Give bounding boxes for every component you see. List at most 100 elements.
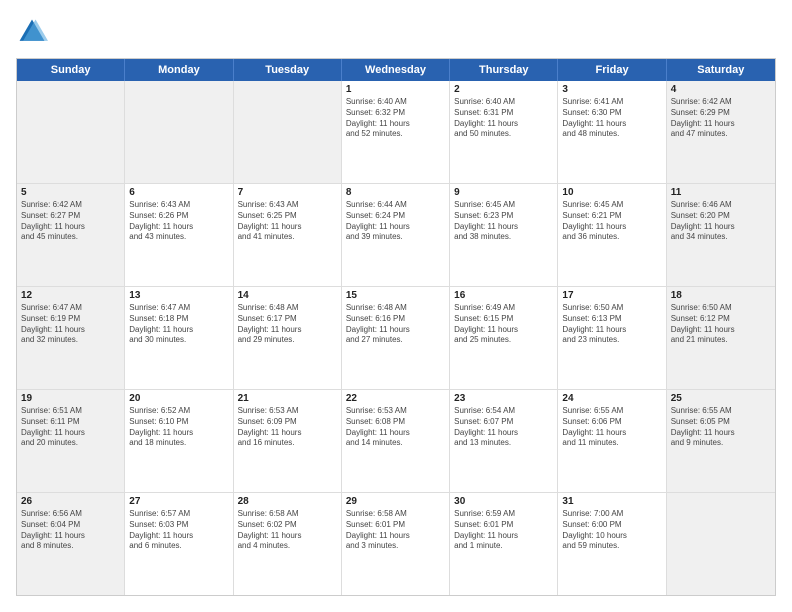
calendar-cell: 5 Sunrise: 6:42 AM Sunset: 6:27 PM Daylig…: [17, 184, 125, 286]
calendar-cell: 21 Sunrise: 6:53 AM Sunset: 6:09 PM Dayli…: [234, 390, 342, 492]
day-number: 21: [238, 393, 337, 404]
logo-icon: [16, 16, 48, 48]
calendar-cell: 23 Sunrise: 6:54 AM Sunset: 6:07 PM Dayli…: [450, 390, 558, 492]
day-number: 28: [238, 496, 337, 507]
logo: [16, 16, 52, 48]
calendar-cell: 6Sunrise: 6:43 AM Sunset: 6:26 PM Daylig…: [125, 184, 233, 286]
day-number: 15: [346, 290, 445, 301]
calendar-row: 19 Sunrise: 6:51 AM Sunset: 6:11 PM Dayli…: [17, 390, 775, 493]
day-number: 5: [21, 187, 120, 198]
calendar-cell: 18 Sunrise: 6:50 AM Sunset: 6:12 PM Dayli…: [667, 287, 775, 389]
calendar-cell: 8Sunrise: 6:44 AM Sunset: 6:24 PM Daylig…: [342, 184, 450, 286]
cell-info: Sunrise: 6:42 AM Sunset: 6:29 PM Dayligh…: [671, 97, 771, 140]
cell-info: Sunrise: 6:48 AM Sunset: 6:16 PM Dayligh…: [346, 303, 445, 346]
cell-info: Sunrise: 6:55 AM Sunset: 6:06 PM Dayligh…: [562, 406, 661, 449]
cell-info: Sunrise: 6:58 AM Sunset: 6:02 PM Dayligh…: [238, 509, 337, 552]
calendar-cell: 7 Sunrise: 6:43 AM Sunset: 6:25 PM Daylig…: [234, 184, 342, 286]
cell-info: Sunrise: 6:40 AM Sunset: 6:31 PM Dayligh…: [454, 97, 553, 140]
cell-info: Sunrise: 6:55 AM Sunset: 6:05 PM Dayligh…: [671, 406, 771, 449]
calendar-cell: 10Sunrise: 6:45 AM Sunset: 6:21 PM Dayli…: [558, 184, 666, 286]
header: [16, 16, 776, 48]
calendar-row: 5 Sunrise: 6:42 AM Sunset: 6:27 PM Daylig…: [17, 184, 775, 287]
day-number: 16: [454, 290, 553, 301]
calendar-cell: 13 Sunrise: 6:47 AM Sunset: 6:18 PM Dayli…: [125, 287, 233, 389]
day-number: 20: [129, 393, 228, 404]
page: SundayMondayTuesdayWednesdayThursdayFrid…: [0, 0, 792, 612]
calendar-cell: 12 Sunrise: 6:47 AM Sunset: 6:19 PM Dayli…: [17, 287, 125, 389]
calendar-cell: 9Sunrise: 6:45 AM Sunset: 6:23 PM Daylig…: [450, 184, 558, 286]
day-number: 19: [21, 393, 120, 404]
cell-info: Sunrise: 6:56 AM Sunset: 6:04 PM Dayligh…: [21, 509, 120, 552]
day-header: Sunday: [17, 59, 125, 81]
day-number: 13: [129, 290, 228, 301]
day-number: 10: [562, 187, 661, 198]
cell-info: Sunrise: 6:42 AM Sunset: 6:27 PM Dayligh…: [21, 200, 120, 243]
cell-info: Sunrise: 6:47 AM Sunset: 6:18 PM Dayligh…: [129, 303, 228, 346]
calendar: SundayMondayTuesdayWednesdayThursdayFrid…: [16, 58, 776, 596]
calendar-cell: 11 Sunrise: 6:46 AM Sunset: 6:20 PM Dayli…: [667, 184, 775, 286]
calendar-cell: 25 Sunrise: 6:55 AM Sunset: 6:05 PM Dayli…: [667, 390, 775, 492]
cell-info: Sunrise: 6:46 AM Sunset: 6:20 PM Dayligh…: [671, 200, 771, 243]
day-number: 25: [671, 393, 771, 404]
day-header: Thursday: [450, 59, 558, 81]
day-number: 1: [346, 84, 445, 95]
calendar-cell: 3Sunrise: 6:41 AM Sunset: 6:30 PM Daylig…: [558, 81, 666, 183]
day-number: 23: [454, 393, 553, 404]
cell-info: Sunrise: 6:49 AM Sunset: 6:15 PM Dayligh…: [454, 303, 553, 346]
calendar-header: SundayMondayTuesdayWednesdayThursdayFrid…: [17, 59, 775, 81]
day-number: 2: [454, 84, 553, 95]
cell-info: Sunrise: 6:45 AM Sunset: 6:23 PM Dayligh…: [454, 200, 553, 243]
day-number: 12: [21, 290, 120, 301]
day-number: 24: [562, 393, 661, 404]
calendar-cell: 28 Sunrise: 6:58 AM Sunset: 6:02 PM Dayli…: [234, 493, 342, 595]
calendar-cell: 22 Sunrise: 6:53 AM Sunset: 6:08 PM Dayli…: [342, 390, 450, 492]
day-number: 26: [21, 496, 120, 507]
calendar-cell: [667, 493, 775, 595]
day-number: 27: [129, 496, 228, 507]
calendar-row: 1Sunrise: 6:40 AM Sunset: 6:32 PM Daylig…: [17, 81, 775, 184]
cell-info: Sunrise: 6:47 AM Sunset: 6:19 PM Dayligh…: [21, 303, 120, 346]
day-header: Friday: [558, 59, 666, 81]
day-number: 22: [346, 393, 445, 404]
calendar-cell: 26 Sunrise: 6:56 AM Sunset: 6:04 PM Dayli…: [17, 493, 125, 595]
cell-info: Sunrise: 6:57 AM Sunset: 6:03 PM Dayligh…: [129, 509, 228, 552]
cell-info: Sunrise: 6:43 AM Sunset: 6:25 PM Dayligh…: [238, 200, 337, 243]
calendar-cell: 30 Sunrise: 6:59 AM Sunset: 6:01 PM Dayli…: [450, 493, 558, 595]
day-number: 31: [562, 496, 661, 507]
cell-info: Sunrise: 6:41 AM Sunset: 6:30 PM Dayligh…: [562, 97, 661, 140]
calendar-cell: 2 Sunrise: 6:40 AM Sunset: 6:31 PM Daylig…: [450, 81, 558, 183]
calendar-cell: 17Sunrise: 6:50 AM Sunset: 6:13 PM Dayli…: [558, 287, 666, 389]
calendar-cell: 24 Sunrise: 6:55 AM Sunset: 6:06 PM Dayli…: [558, 390, 666, 492]
day-header: Wednesday: [342, 59, 450, 81]
calendar-cell: 31 Sunrise: 7:00 AM Sunset: 6:00 PM Dayli…: [558, 493, 666, 595]
calendar-cell: 20 Sunrise: 6:52 AM Sunset: 6:10 PM Dayli…: [125, 390, 233, 492]
day-header: Monday: [125, 59, 233, 81]
cell-info: Sunrise: 6:54 AM Sunset: 6:07 PM Dayligh…: [454, 406, 553, 449]
cell-info: Sunrise: 6:53 AM Sunset: 6:09 PM Dayligh…: [238, 406, 337, 449]
calendar-cell: 29 Sunrise: 6:58 AM Sunset: 6:01 PM Dayli…: [342, 493, 450, 595]
calendar-row: 26 Sunrise: 6:56 AM Sunset: 6:04 PM Dayli…: [17, 493, 775, 595]
day-number: 29: [346, 496, 445, 507]
calendar-cell: [125, 81, 233, 183]
calendar-cell: 27 Sunrise: 6:57 AM Sunset: 6:03 PM Dayli…: [125, 493, 233, 595]
calendar-cell: [17, 81, 125, 183]
day-header: Tuesday: [234, 59, 342, 81]
calendar-row: 12 Sunrise: 6:47 AM Sunset: 6:19 PM Dayli…: [17, 287, 775, 390]
calendar-cell: 4 Sunrise: 6:42 AM Sunset: 6:29 PM Daylig…: [667, 81, 775, 183]
day-number: 4: [671, 84, 771, 95]
cell-info: Sunrise: 6:50 AM Sunset: 6:12 PM Dayligh…: [671, 303, 771, 346]
day-number: 30: [454, 496, 553, 507]
day-number: 6: [129, 187, 228, 198]
cell-info: Sunrise: 7:00 AM Sunset: 6:00 PM Dayligh…: [562, 509, 661, 552]
cell-info: Sunrise: 6:48 AM Sunset: 6:17 PM Dayligh…: [238, 303, 337, 346]
day-number: 18: [671, 290, 771, 301]
cell-info: Sunrise: 6:59 AM Sunset: 6:01 PM Dayligh…: [454, 509, 553, 552]
day-number: 7: [238, 187, 337, 198]
cell-info: Sunrise: 6:53 AM Sunset: 6:08 PM Dayligh…: [346, 406, 445, 449]
cell-info: Sunrise: 6:58 AM Sunset: 6:01 PM Dayligh…: [346, 509, 445, 552]
day-number: 11: [671, 187, 771, 198]
cell-info: Sunrise: 6:52 AM Sunset: 6:10 PM Dayligh…: [129, 406, 228, 449]
calendar-cell: 19 Sunrise: 6:51 AM Sunset: 6:11 PM Dayli…: [17, 390, 125, 492]
calendar-body: 1Sunrise: 6:40 AM Sunset: 6:32 PM Daylig…: [17, 81, 775, 595]
cell-info: Sunrise: 6:51 AM Sunset: 6:11 PM Dayligh…: [21, 406, 120, 449]
